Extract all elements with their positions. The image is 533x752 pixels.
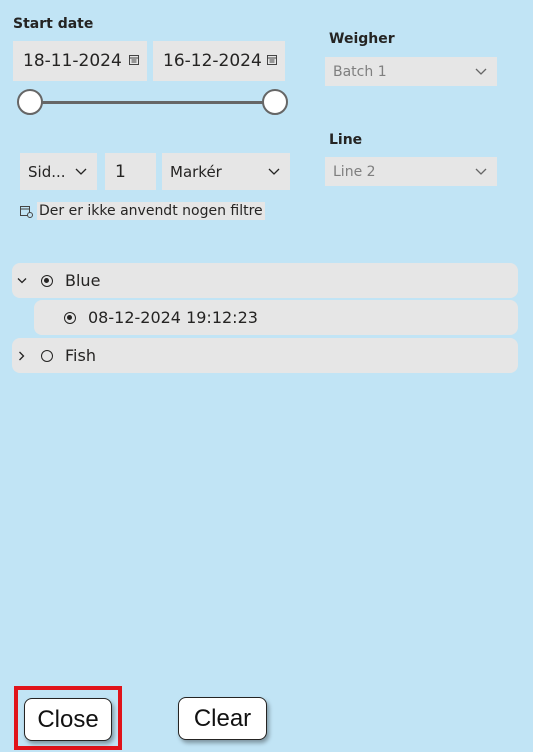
- start-date-value: 18-11-2024: [23, 51, 122, 71]
- relative-unit-dropdown[interactable]: Markér: [162, 153, 290, 190]
- line-dropdown[interactable]: Line 2: [325, 157, 497, 186]
- relative-number-input[interactable]: 1: [105, 153, 156, 190]
- calendar-icon[interactable]: [129, 54, 139, 65]
- close-button[interactable]: Close: [24, 698, 112, 741]
- date-range-start-handle[interactable]: [17, 89, 43, 115]
- chevron-down-icon: [75, 168, 87, 175]
- relative-period-dropdown[interactable]: Sid...: [20, 153, 97, 190]
- tree-item-label: Blue: [65, 271, 101, 290]
- radio-blue[interactable]: [41, 274, 53, 287]
- relative-unit-value: Markér: [170, 162, 222, 181]
- end-date-input[interactable]: 16-12-2024: [153, 41, 285, 81]
- filter-status-text: Der er ikke anvendt nogen filtre: [37, 202, 265, 220]
- relative-period-value: Sid...: [28, 162, 66, 181]
- chevron-down-icon: [268, 168, 280, 175]
- chevron-right-icon[interactable]: [18, 351, 26, 361]
- tree-item-label: Fish: [65, 346, 96, 365]
- date-range-slider-track[interactable]: [30, 101, 276, 104]
- relative-number-value: 1: [115, 161, 126, 182]
- chevron-down-icon: [475, 68, 487, 75]
- tree-item-fish[interactable]: Fish: [12, 338, 518, 373]
- tree-item-label: 08-12-2024 19:12:23: [88, 308, 258, 327]
- chevron-down-icon[interactable]: [17, 277, 27, 285]
- tree-item-child[interactable]: 08-12-2024 19:12:23: [34, 300, 518, 335]
- start-date-label: Start date: [13, 16, 94, 32]
- chevron-down-icon: [475, 168, 487, 175]
- radio-fish[interactable]: [41, 349, 53, 362]
- line-selected-value: Line 2: [333, 163, 376, 180]
- radio-child[interactable]: [64, 311, 76, 324]
- filter-status: Der er ikke anvendt nogen filtre: [20, 202, 265, 220]
- tree-item-blue[interactable]: Blue: [12, 263, 518, 298]
- line-label: Line: [329, 132, 363, 148]
- calendar-icon[interactable]: [267, 54, 277, 65]
- clear-button[interactable]: Clear: [178, 697, 267, 740]
- date-range-end-handle[interactable]: [262, 89, 288, 115]
- weigher-dropdown[interactable]: Batch 1: [325, 57, 497, 86]
- start-date-input[interactable]: 18-11-2024: [13, 41, 147, 81]
- calendar-filter-icon: [20, 205, 33, 218]
- weigher-label: Weigher: [329, 31, 395, 47]
- end-date-value: 16-12-2024: [163, 51, 262, 71]
- weigher-selected-value: Batch 1: [333, 63, 387, 80]
